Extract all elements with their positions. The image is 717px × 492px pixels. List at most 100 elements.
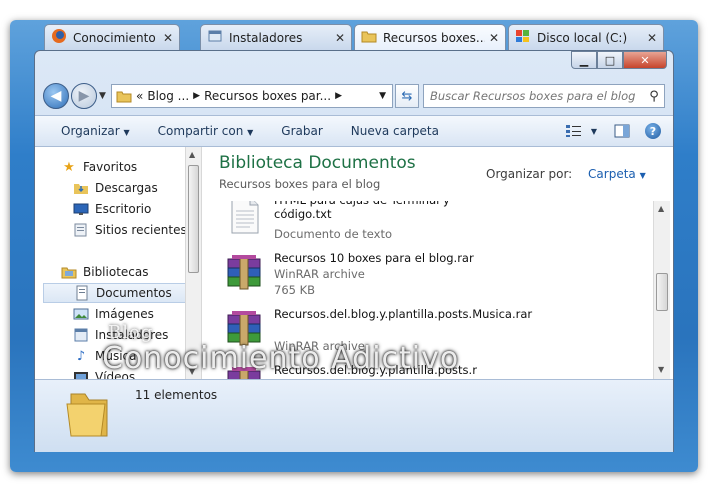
- tab-label: Instaladores: [229, 30, 303, 45]
- file-type: WinRAR archive: [274, 267, 365, 281]
- pictures-icon: [73, 306, 89, 322]
- sidebar-item-libraries[interactable]: Bibliotecas: [61, 262, 148, 282]
- arrow-left-icon: ◀: [50, 88, 62, 104]
- organize-button[interactable]: Organizar ▼: [35, 124, 144, 138]
- sidebar-item-label: Favoritos: [83, 160, 138, 174]
- sidebar-item-documents[interactable]: Documentos: [43, 283, 185, 303]
- file-list-scrollbar[interactable]: ▲ ▼: [653, 201, 670, 379]
- videos-icon: [73, 369, 89, 379]
- arrange-by: Organizar por: Carpeta ▼: [486, 167, 646, 181]
- close-icon[interactable]: ✕: [335, 31, 345, 45]
- folder-icon: [116, 88, 132, 104]
- folder-icon: [361, 28, 377, 47]
- refresh-icon: ⇆: [401, 88, 413, 104]
- share-button[interactable]: Compartir con ▼: [144, 124, 268, 138]
- window-icon: [207, 28, 223, 47]
- scroll-up-icon[interactable]: ▲: [658, 204, 664, 213]
- sidebar-item-label: Documentos: [96, 286, 172, 300]
- command-bar: Organizar ▼ Compartir con ▼ Grabar Nueva…: [35, 115, 673, 147]
- libraries-icon: [61, 264, 77, 280]
- list-item[interactable]: Recursos 10 boxes para el blog.rar WinRA…: [222, 251, 642, 303]
- drive-icon: [515, 28, 531, 47]
- help-icon[interactable]: ?: [645, 123, 661, 139]
- sidebar-item-desktop[interactable]: Escritorio: [73, 199, 151, 219]
- view-controls: ▼ ?: [557, 122, 673, 140]
- tab-label: Conocimiento A...: [73, 30, 159, 45]
- tab-label: Disco local (C:): [537, 30, 628, 45]
- new-folder-button[interactable]: Nueva carpeta: [337, 124, 453, 138]
- maximize-button[interactable]: □: [597, 51, 623, 69]
- chevron-down-icon: ▼: [247, 128, 254, 137]
- burn-button[interactable]: Grabar: [267, 124, 337, 138]
- details-pane: 11 elementos: [35, 379, 673, 452]
- text-file-icon: [224, 201, 264, 235]
- scroll-thumb[interactable]: [656, 273, 668, 311]
- navigation-row: ◀ ▶ ▼ « Blog ... ▶ Recursos boxes par...…: [43, 83, 665, 109]
- folder-icon: [65, 384, 111, 440]
- refresh-button[interactable]: ⇆: [395, 84, 419, 108]
- tab-disco-local[interactable]: Disco local (C:) ✕: [508, 24, 664, 50]
- sidebar-item-recent[interactable]: Sitios recientes: [73, 220, 185, 240]
- close-icon[interactable]: ✕: [163, 31, 173, 45]
- breadcrumb-prefix[interactable]: «: [136, 89, 143, 103]
- chevron-down-icon[interactable]: ▼: [379, 91, 386, 101]
- preview-pane-icon[interactable]: [611, 122, 633, 140]
- chevron-down-icon: ▼: [639, 171, 646, 180]
- chevron-down-icon[interactable]: ▼: [591, 127, 597, 136]
- chevron-right-icon[interactable]: ▶: [193, 91, 200, 101]
- sidebar-item-label: Escritorio: [95, 202, 152, 216]
- tab-recursos-boxes[interactable]: Recursos boxes... ✕: [354, 24, 506, 50]
- search-input[interactable]: [424, 88, 644, 104]
- scroll-up-icon[interactable]: ▲: [189, 150, 195, 159]
- tab-strip: Conocimiento A... ✕ Instaladores ✕ Recur…: [44, 24, 664, 50]
- view-options-icon[interactable]: [563, 122, 585, 140]
- tab-conocimiento[interactable]: Conocimiento A... ✕: [44, 24, 180, 50]
- music-icon: ♪: [76, 348, 86, 364]
- arrange-dropdown[interactable]: Carpeta ▼: [588, 167, 646, 181]
- chevron-right-icon[interactable]: ▶: [335, 91, 342, 101]
- file-name: HTML para cajas de Terminal y código.txt: [274, 201, 450, 221]
- scroll-thumb[interactable]: [188, 165, 199, 273]
- tab-instaladores[interactable]: Instaladores ✕: [200, 24, 352, 50]
- breadcrumb-blog[interactable]: Blog ...: [147, 89, 189, 103]
- arrow-right-icon: ▶: [78, 88, 90, 104]
- sidebar-item-label: Imágenes: [95, 307, 154, 321]
- star-icon: ★: [63, 159, 75, 175]
- sidebar-item-downloads[interactable]: Descargas: [73, 178, 158, 198]
- close-icon[interactable]: ✕: [647, 31, 657, 45]
- back-button[interactable]: ◀: [43, 83, 69, 109]
- address-bar[interactable]: « Blog ... ▶ Recursos boxes par... ▶ ▼: [111, 84, 393, 108]
- explorer-window: ▁ □ ✕ ◀ ▶ ▼ « Blog ... ▶ Recursos boxes …: [34, 50, 674, 452]
- file-name: Recursos.del.blog.y.plantilla.posts.Musi…: [274, 307, 533, 321]
- desktop-icon: [73, 201, 89, 217]
- file-size: 765 KB: [274, 283, 316, 297]
- arrange-label: Organizar por:: [486, 167, 573, 181]
- arrange-value: Carpeta: [588, 167, 636, 181]
- search-icon[interactable]: ⚲: [644, 89, 664, 104]
- list-item[interactable]: HTML para cajas de Terminal y código.txt…: [222, 201, 642, 245]
- tab-label: Recursos boxes...: [383, 30, 485, 45]
- firefox-icon: [51, 28, 67, 47]
- item-count: 11 elementos: [135, 388, 218, 402]
- search-box[interactable]: ⚲: [423, 84, 665, 108]
- winrar-icon: [224, 253, 264, 293]
- sidebar-item-favorites[interactable]: ★ Favoritos: [61, 157, 137, 177]
- breadcrumb-recursos[interactable]: Recursos boxes par...: [204, 89, 331, 103]
- library-subtitle: Recursos boxes para el blog: [219, 177, 381, 191]
- sidebar-item-pictures[interactable]: Imágenes: [73, 304, 154, 324]
- caption-buttons: ▁ □ ✕: [571, 51, 667, 69]
- organize-label: Organizar: [61, 124, 120, 138]
- sidebar-item-label: Sitios recientes: [95, 223, 185, 237]
- forward-button[interactable]: ▶: [71, 83, 97, 109]
- chevron-down-icon[interactable]: ▼: [99, 91, 106, 101]
- recent-places-icon: [73, 222, 89, 238]
- documents-icon: [74, 285, 90, 301]
- close-button[interactable]: ✕: [623, 51, 667, 69]
- scroll-down-icon[interactable]: ▼: [658, 365, 664, 374]
- minimize-button[interactable]: ▁: [571, 51, 597, 69]
- file-name: Recursos 10 boxes para el blog.rar: [274, 251, 474, 265]
- downloads-folder-icon: [73, 180, 89, 196]
- chevron-down-icon: ▼: [123, 128, 130, 137]
- close-icon[interactable]: ✕: [489, 31, 499, 45]
- watermark-small: Blog: [108, 322, 154, 343]
